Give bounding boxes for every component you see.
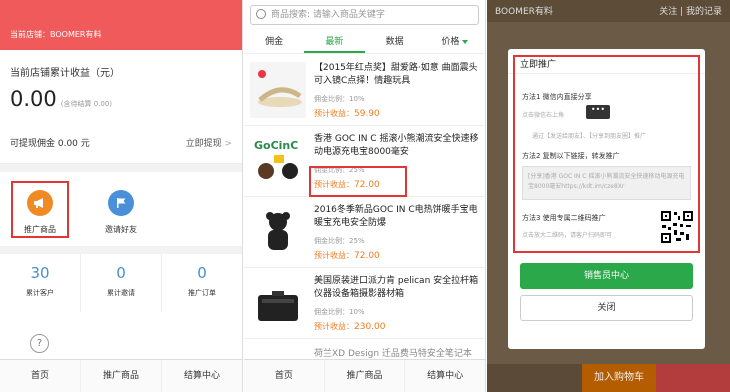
home-screen: 当前店铺：BOOMER有料 当前店铺累计收益（元） 0.00 (含待结算 0.00… xyxy=(0,0,243,392)
income-label: 预计收益： xyxy=(314,322,354,331)
stat-orders[interactable]: 0 推广订单 xyxy=(162,254,242,312)
bottom-tabbar: 首页 推广商品 结算中心 xyxy=(0,359,242,392)
tab-newest[interactable]: 最新 xyxy=(304,32,365,53)
shop-actions xyxy=(487,364,582,392)
close-button[interactable]: 关闭 xyxy=(520,295,693,321)
stats-row: 30 累计客户 0 累计邀请 0 推广订单 xyxy=(0,246,242,312)
tab-commission[interactable]: 佣金 xyxy=(244,32,304,53)
invite-label: 邀请好友 xyxy=(105,225,137,234)
bg-title: BOOMER有料 xyxy=(495,7,553,17)
search-input[interactable]: 商品搜索: 请输入商品关键字 xyxy=(250,5,479,25)
add-to-cart-button[interactable]: 加入购物车 xyxy=(582,364,656,392)
commission-ratio: 佣金比例：25% xyxy=(314,237,365,245)
product-image: GoCinC xyxy=(250,133,306,189)
product-image xyxy=(250,62,306,118)
stat-label: 推广订单 xyxy=(188,289,216,297)
product-image xyxy=(250,204,306,260)
income-value: 59.90 xyxy=(354,109,380,119)
earnings-value: 0.00 xyxy=(10,87,57,111)
income-label: 预计收益： xyxy=(314,251,354,260)
tab-price[interactable]: 价格 xyxy=(425,32,485,53)
product-title: 美国原装进口派力肯 pelican 安全拉杆箱仪器设备箱摄影器材箱 xyxy=(314,276,479,299)
store-name: 当前店铺：BOOMER有料 xyxy=(10,30,102,39)
withdrawable-text: 可提现佣金 0.00 元 xyxy=(10,139,90,149)
tab-settlement[interactable]: 结算中心 xyxy=(405,360,485,392)
highlight-box xyxy=(309,166,407,197)
help-icon[interactable]: ? xyxy=(30,334,49,353)
triangle-down-icon xyxy=(462,39,469,44)
stat-value: 30 xyxy=(30,264,50,282)
sales-center-button[interactable]: 销售员中心 xyxy=(520,263,693,289)
expected-income: 预计收益：230.00 xyxy=(314,321,386,332)
background-header: BOOMER有料 关注 | 我的记录 xyxy=(487,0,730,22)
buy-now-button[interactable] xyxy=(656,364,730,392)
product-image xyxy=(250,275,306,331)
search-icon xyxy=(256,9,266,19)
earnings-pending: (含待结算 0.00) xyxy=(60,100,113,108)
product-item[interactable]: 美国原装进口派力肯 pelican 安全拉杆箱仪器设备箱摄影器材箱 佣金比例：1… xyxy=(244,269,485,339)
tab-sales[interactable]: 数据 xyxy=(365,32,425,53)
stat-customers[interactable]: 30 累计客户 xyxy=(0,254,81,312)
product-item[interactable]: 荷兰XD Design 迁品费马特安全笔记本双 xyxy=(244,340,485,372)
stat-value: 0 xyxy=(116,264,126,282)
stat-value: 0 xyxy=(197,264,207,282)
withdraw-row: 可提现佣金 0.00 元 立即提现 > xyxy=(10,136,232,149)
follow-link[interactable]: 关注 xyxy=(659,7,677,17)
bottom-tabbar: 首页 推广商品 结算中心 xyxy=(244,359,485,392)
highlight-box xyxy=(11,181,69,238)
commission-ratio: 佣金比例：10% xyxy=(314,308,365,316)
search-placeholder: 商品搜索: 请输入商品关键字 xyxy=(271,10,385,20)
tab-home[interactable]: 首页 xyxy=(0,360,81,392)
withdraw-label: 立即提现 xyxy=(185,139,222,149)
expected-income: 预计收益：72.00 xyxy=(314,250,380,261)
withdraw-link[interactable]: 立即提现 > xyxy=(186,136,232,149)
earnings-section: 当前店铺累计收益（元） 0.00 (含待结算 0.00) 可提现佣金 0.00 元… xyxy=(0,50,242,164)
highlight-box xyxy=(513,55,700,253)
store-header: 当前店铺：BOOMER有料 xyxy=(0,0,242,50)
tab-promote[interactable]: 推广商品 xyxy=(81,360,162,392)
records-link[interactable]: 我的记录 xyxy=(686,7,722,17)
product-title: 香港 GOC IN C 摇滚小熊潮流安全快速移动电源充电宝8000毫安 xyxy=(314,134,479,157)
expected-income: 预计收益：59.90 xyxy=(314,108,380,119)
invite-friends-button[interactable]: 邀请好友 xyxy=(93,190,149,235)
flag-icon xyxy=(108,190,134,216)
chevron-right-icon: > xyxy=(224,139,232,149)
stat-invites[interactable]: 0 累计邀请 xyxy=(81,254,162,312)
tab-settlement[interactable]: 结算中心 xyxy=(162,360,242,392)
svg-text:GoCinC: GoCinC xyxy=(254,139,298,152)
sort-tabs: 佣金 最新 数据 价格 xyxy=(244,32,485,54)
bg-links: 关注 | 我的记录 xyxy=(659,7,722,17)
stat-label: 累计邀请 xyxy=(107,289,135,297)
earnings-label: 当前店铺累计收益（元） xyxy=(10,68,120,79)
bottom-action-bar: 加入购物车 xyxy=(487,364,730,392)
earnings-amount: 0.00 (含待结算 0.00) xyxy=(10,87,232,111)
product-item[interactable]: 2016冬季新品GOC IN C电热饼暖手宝电暖宝充电安全防爆 佣金比例：25%… xyxy=(244,198,485,268)
tab-promote[interactable]: 推广商品 xyxy=(325,360,406,392)
product-item[interactable]: 【2015年红点奖】甜爱路·如意 曲面震头可入镜C点择！情趣玩具 佣金比例：10… xyxy=(244,56,485,126)
income-value: 72.00 xyxy=(354,251,380,261)
product-title: 【2015年红点奖】甜爱路·如意 曲面震头可入镜C点择！情趣玩具 xyxy=(314,63,478,86)
stat-label: 累计客户 xyxy=(26,289,54,297)
income-label: 预计收益： xyxy=(314,109,354,118)
tab-price-label: 价格 xyxy=(441,37,460,47)
tab-home[interactable]: 首页 xyxy=(244,360,325,392)
commission-ratio: 佣金比例：10% xyxy=(314,95,365,103)
product-title: 2016冬季新品GOC IN C电热饼暖手宝电暖宝充电安全防爆 xyxy=(314,205,478,228)
income-value: 230.00 xyxy=(354,322,386,332)
